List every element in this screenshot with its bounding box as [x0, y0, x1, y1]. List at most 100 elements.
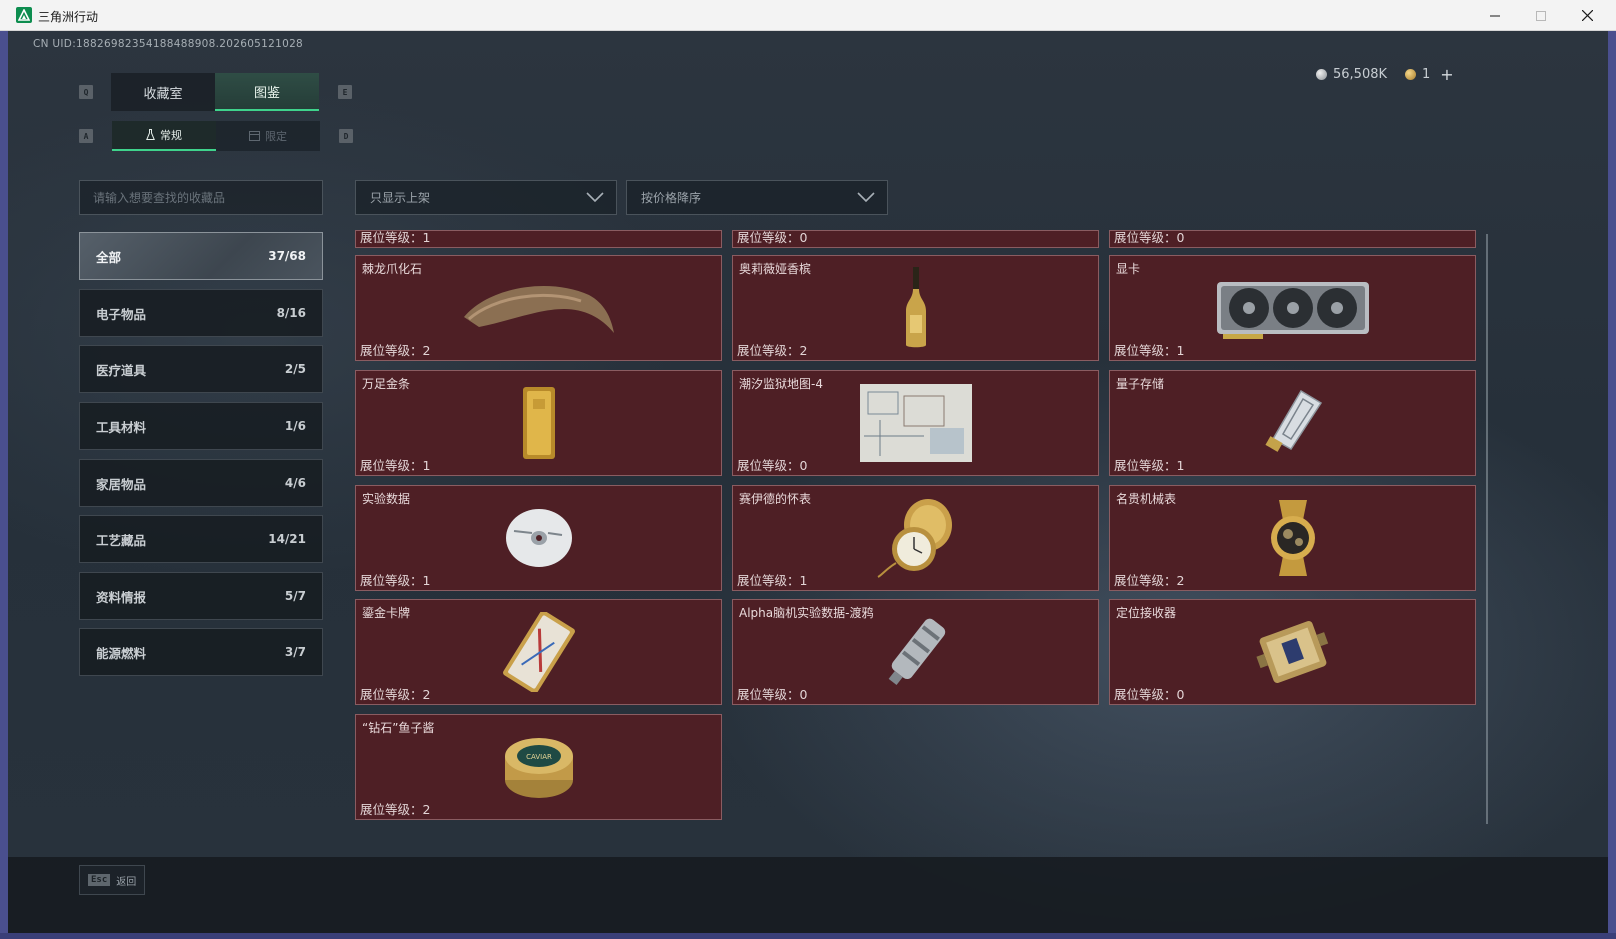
item-name: “钻石”鱼子酱 [362, 721, 435, 735]
item-name: 定位接收器 [1116, 606, 1177, 620]
gilded-card-icon [502, 612, 575, 692]
category-intel[interactable]: 资料情报 5/7 [79, 572, 323, 620]
prison-map-icon [859, 384, 972, 462]
category-label: 能源燃料 [96, 645, 147, 661]
item-card[interactable]: 万足金条 展位等级：1 [355, 370, 722, 476]
esc-key-hint: Esc [88, 874, 111, 886]
pocket-watch-icon [876, 499, 952, 578]
tab-limited[interactable]: 限定 [216, 121, 320, 151]
tab-regular-label: 常规 [160, 129, 182, 142]
category-label: 医疗道具 [96, 362, 147, 378]
item-name: 赛伊德的怀表 [739, 492, 812, 506]
item-card[interactable]: 鎏金卡牌 展位等级：2 [355, 599, 722, 705]
bottom-bar [8, 857, 1608, 933]
key-hint-e: E [338, 85, 352, 99]
category-label: 家居物品 [96, 476, 147, 492]
category-count: 2/5 [284, 362, 306, 376]
display-filter-dropdown[interactable]: 只显示上架 [355, 180, 617, 215]
item-card-partial[interactable]: 展位等级：0 [1109, 230, 1476, 248]
category-all[interactable]: 全部 37/68 [79, 232, 323, 280]
item-card[interactable]: 名贵机械表 展位等级：2 [1109, 485, 1476, 591]
category-household[interactable]: 家居物品 4/6 [79, 459, 323, 507]
booth-level: 展位等级：2 [737, 343, 808, 358]
item-card[interactable]: 奥莉薇娅香槟 展位等级：2 [732, 255, 1099, 361]
category-tools[interactable]: 工具材料 1/6 [79, 402, 323, 450]
silver-amount: 56,508K [1333, 67, 1388, 82]
item-name: 量子存储 [1116, 377, 1165, 391]
item-card-partial[interactable]: 展位等级：0 [732, 230, 1099, 248]
item-card[interactable]: Alpha脑机实验数据-渡鸦 展位等级：0 [732, 599, 1099, 705]
maximize-button[interactable] [1518, 0, 1564, 31]
category-crafts[interactable]: 工艺藏品 14/21 [79, 515, 323, 563]
category-count: 4/6 [284, 476, 306, 490]
caviar-label: CAVIAR [526, 753, 552, 761]
booth-level: 展位等级：1 [737, 573, 808, 588]
window-title: 三角洲行动 [38, 10, 99, 24]
chevron-down-icon [586, 192, 604, 203]
item-card[interactable]: 赛伊德的怀表 展位等级：1 [732, 485, 1099, 591]
item-card[interactable]: “钻石”鱼子酱 CAVIAR 展位等级：2 [355, 714, 722, 820]
wristwatch-icon [1270, 500, 1315, 576]
champagne-bottle-icon [905, 267, 926, 348]
tab-limited-label: 限定 [265, 130, 287, 143]
booth-level: 展位等级：0 [1114, 230, 1185, 245]
currency-display: 56,508K 1 + [1316, 65, 1454, 84]
item-name: 显卡 [1116, 262, 1141, 276]
booth-level: 展位等级：0 [1114, 687, 1185, 702]
search-box[interactable] [79, 180, 323, 215]
booth-level: 展位等级：1 [1114, 458, 1185, 473]
search-input[interactable] [93, 190, 322, 205]
category-count: 5/7 [284, 589, 306, 603]
scrollbar[interactable] [1486, 234, 1488, 824]
item-name: 潮汐监狱地图-4 [739, 377, 823, 391]
item-card[interactable]: 潮汐监狱地图-4 展位等级：0 [732, 370, 1099, 476]
quantum-storage-icon [1264, 389, 1322, 452]
item-card[interactable]: 显卡 展位等级：1 [1109, 255, 1476, 361]
desktop-edge-bottom [0, 933, 1616, 939]
item-card[interactable]: 棘龙爪化石 展位等级：2 [355, 255, 722, 361]
desktop-edge-right [1608, 31, 1616, 939]
category-label: 资料情报 [96, 589, 147, 605]
category-count: 1/6 [284, 419, 306, 433]
item-name: 实验数据 [362, 492, 411, 506]
item-card[interactable]: 量子存储 展位等级：1 [1109, 370, 1476, 476]
gold-bar-icon [522, 387, 555, 459]
booth-level: 展位等级：2 [360, 687, 431, 702]
tab-catalog[interactable]: 图鉴 [215, 73, 319, 111]
category-electronics[interactable]: 电子物品 8/16 [79, 289, 323, 337]
item-name: 名贵机械表 [1116, 492, 1177, 506]
display-filter-value: 只显示上架 [370, 191, 431, 205]
item-card-partial[interactable]: 展位等级：1 [355, 230, 722, 248]
back-label: 返回 [116, 876, 137, 888]
item-card[interactable]: 实验数据 展位等级：1 [355, 485, 722, 591]
app-logo-icon [16, 7, 32, 23]
box-icon [249, 131, 260, 141]
item-name: 奥莉薇娅香槟 [739, 262, 812, 276]
category-energy[interactable]: 能源燃料 3/7 [79, 628, 323, 676]
add-currency-button[interactable]: + [1440, 65, 1453, 84]
tab-collection-room[interactable]: 收藏室 [111, 73, 215, 111]
data-canister-icon [888, 618, 945, 686]
booth-level: 展位等级：2 [360, 343, 431, 358]
sort-dropdown[interactable]: 按价格降序 [626, 180, 888, 215]
item-name: 鎏金卡牌 [362, 606, 411, 620]
booth-level: 展位等级：1 [360, 573, 431, 588]
gold-coin-icon [1405, 69, 1417, 80]
category-label: 工具材料 [96, 419, 147, 435]
category-medical[interactable]: 医疗道具 2/5 [79, 345, 323, 393]
item-card[interactable]: 定位接收器 展位等级：0 [1109, 599, 1476, 705]
booth-level: 展位等级：0 [737, 230, 808, 245]
flask-icon [146, 129, 155, 140]
back-button[interactable]: Esc 返回 [79, 865, 145, 895]
data-disc-icon [505, 509, 572, 567]
item-name: Alpha脑机实验数据-渡鸦 [739, 606, 874, 620]
key-hint-d: D [339, 129, 353, 143]
sort-value: 按价格降序 [641, 191, 702, 205]
tab-regular[interactable]: 常规 [112, 121, 216, 151]
game-viewport: CN UID:18826982354188488908.202605121028… [8, 31, 1608, 933]
close-button[interactable] [1564, 0, 1610, 31]
minimize-button[interactable] [1472, 0, 1518, 31]
graphics-card-icon [1216, 282, 1369, 339]
key-hint-a: A [79, 129, 93, 143]
silver-coin-icon [1316, 69, 1327, 80]
